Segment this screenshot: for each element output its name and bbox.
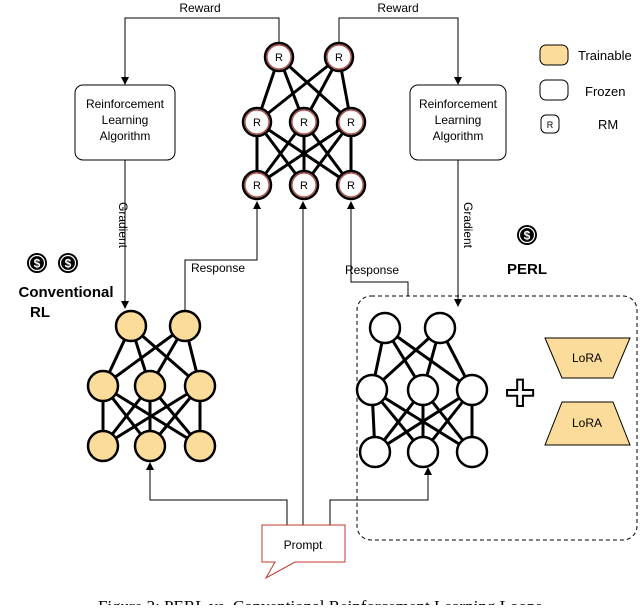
svg-text:Prompt: Prompt: [284, 538, 323, 552]
svg-text:Learning: Learning: [435, 113, 482, 127]
svg-text:Algorithm: Algorithm: [100, 129, 151, 143]
prompt-bubble: Prompt: [261, 524, 346, 580]
gradient-label-right: Gradient: [461, 202, 475, 249]
node: [455, 435, 489, 469]
response-label-right: Response: [345, 263, 399, 277]
rm-node-label: R: [300, 180, 308, 192]
svg-text:Trainable: Trainable: [578, 48, 632, 63]
rm-node-label: R: [275, 52, 283, 64]
dollar-icon: $: [58, 253, 78, 273]
lora-adapter-bottom: LoRA: [544, 401, 631, 446]
node: [114, 309, 148, 343]
perl-policy-network: [355, 311, 489, 469]
dollar-icon: $: [517, 225, 537, 245]
node: [86, 429, 120, 463]
conventional-policy-network: [86, 309, 217, 463]
plus-sign: +: [505, 364, 535, 422]
node: [168, 309, 202, 343]
node: [133, 429, 167, 463]
svg-text:$: $: [524, 229, 531, 243]
svg-text:Algorithm: Algorithm: [433, 129, 484, 143]
node: [455, 373, 489, 407]
reward-model-network: R R R R R R R R: [241, 41, 367, 201]
rm-node-label: R: [347, 117, 355, 129]
rm-node-label: R: [347, 180, 355, 192]
conventional-rl-title: Conventional: [18, 284, 113, 301]
node: [183, 429, 217, 463]
response-label-left: Response: [191, 261, 245, 275]
figure-caption: Figure 2: PERL vs. Conventional Reinforc…: [98, 597, 542, 605]
node: [86, 369, 120, 403]
svg-text:Frozen: Frozen: [585, 84, 625, 99]
reward-label-left: Reward: [179, 1, 220, 15]
node: [355, 373, 389, 407]
rl-algorithm-left: Reinforcement Learning Algorithm: [74, 84, 176, 161]
svg-text:Reinforcement: Reinforcement: [419, 97, 498, 111]
svg-text:Learning: Learning: [102, 113, 149, 127]
node: [406, 373, 440, 407]
svg-text:$: $: [34, 257, 41, 271]
lora-adapter-top: LoRA: [544, 337, 631, 379]
conventional-rl-title-2: RL: [30, 304, 50, 321]
node: [368, 311, 402, 345]
node: [406, 435, 440, 469]
rm-node-label: R: [335, 52, 343, 64]
response-arrows: [184, 201, 409, 310]
perl-title: PERL: [507, 261, 547, 278]
node: [423, 311, 457, 345]
svg-text:LoRA: LoRA: [572, 351, 602, 365]
rm-node-label: R: [253, 117, 261, 129]
rl-algorithm-right: Reinforcement Learning Algorithm: [409, 84, 507, 161]
perl-diagram: Reward Reward Reinforcement Learning Alg…: [18, 1, 638, 610]
svg-text:Reinforcement: Reinforcement: [86, 97, 165, 111]
node: [183, 369, 217, 403]
rm-node-label: R: [300, 117, 308, 129]
rm-node-label: R: [253, 180, 261, 192]
legend: Trainable Frozen R RM: [539, 44, 632, 134]
svg-text:LoRA: LoRA: [572, 416, 602, 430]
dollar-icon: $: [27, 253, 47, 273]
gradient-label-left: Gradient: [116, 202, 130, 249]
node: [358, 435, 392, 469]
svg-text:RM: RM: [598, 117, 618, 132]
reward-label-right: Reward: [377, 1, 418, 15]
svg-text:R: R: [547, 120, 554, 130]
prompt-arrows: [146, 201, 432, 525]
svg-text:$: $: [65, 257, 72, 271]
node: [133, 369, 167, 403]
